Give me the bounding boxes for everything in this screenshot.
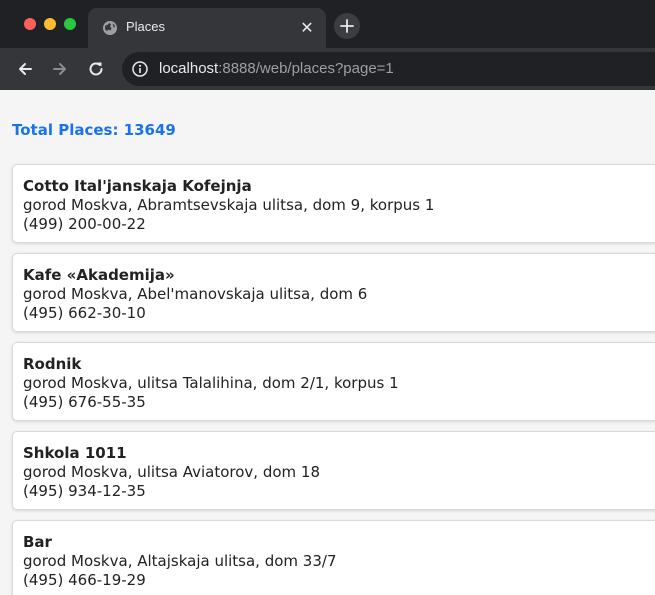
- back-arrow-icon[interactable]: [15, 59, 35, 79]
- page-content: Total Places: 13649 Cotto Ital'janskaja …: [0, 90, 655, 595]
- close-window-button[interactable]: [24, 18, 36, 30]
- place-name: Kafe «Akademija»: [23, 266, 175, 284]
- place-address: gorod Moskva, Abel'manovskaja ulitsa, do…: [23, 285, 368, 303]
- place-phone: (495) 934-12-35: [23, 482, 146, 500]
- forward-arrow-icon[interactable]: [50, 59, 70, 79]
- place-address: gorod Moskva, ulitsa Aviatorov, dom 18: [23, 463, 320, 481]
- place-card: Cotto Ital'janskaja Kofejnja gorod Moskv…: [12, 164, 655, 243]
- site-info-icon[interactable]: [132, 61, 148, 77]
- globe-icon: [103, 21, 117, 35]
- place-address: gorod Moskva, Abramtsevskaja ulitsa, dom…: [23, 196, 435, 214]
- minimize-window-button[interactable]: [44, 18, 56, 30]
- place-address: gorod Moskva, ulitsa Talalihina, dom 2/1…: [23, 374, 399, 392]
- close-tab-icon[interactable]: ✕: [298, 19, 316, 37]
- maximize-window-button[interactable]: [64, 18, 76, 30]
- url-host: localhost: [159, 60, 219, 77]
- url-text: localhost:8888/web/places?page=1: [159, 60, 394, 77]
- browser-tab[interactable]: Places ✕: [88, 8, 326, 48]
- place-name: Shkola 1011: [23, 444, 127, 462]
- place-card: Shkola 1011 gorod Moskva, ulitsa Aviator…: [12, 431, 655, 510]
- place-phone: (495) 676-55-35: [23, 393, 146, 411]
- browser-toolbar: localhost:8888/web/places?page=1: [0, 48, 655, 90]
- total-places-heading: Total Places: 13649: [12, 121, 176, 139]
- address-bar[interactable]: localhost:8888/web/places?page=1: [122, 52, 655, 86]
- window-titlebar: Places ✕: [0, 0, 655, 48]
- plus-icon: [340, 19, 354, 33]
- reload-icon[interactable]: [86, 59, 106, 79]
- place-name: Rodnik: [23, 355, 82, 373]
- place-name: Cotto Ital'janskaja Kofejnja: [23, 177, 252, 195]
- url-path: :8888/web/places?page=1: [218, 60, 394, 77]
- place-phone: (495) 466-19-29: [23, 571, 146, 589]
- place-address: gorod Moskva, Altajskaja ulitsa, dom 33/…: [23, 552, 337, 570]
- place-phone: (499) 200-00-22: [23, 215, 146, 233]
- place-card: Kafe «Akademija» gorod Moskva, Abel'mano…: [12, 253, 655, 332]
- place-card: Bar gorod Moskva, Altajskaja ulitsa, dom…: [12, 520, 655, 595]
- place-name: Bar: [23, 533, 52, 551]
- place-card: Rodnik gorod Moskva, ulitsa Talalihina, …: [12, 342, 655, 421]
- tab-title: Places: [126, 19, 166, 34]
- new-tab-button[interactable]: [334, 13, 360, 39]
- place-phone: (495) 662-30-10: [23, 304, 146, 322]
